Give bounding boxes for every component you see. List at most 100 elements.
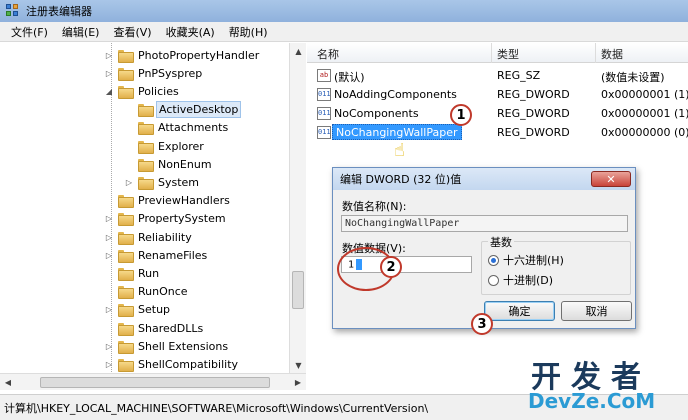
tree-expander-icon[interactable]: ▷: [124, 178, 134, 187]
folder-icon: [138, 158, 154, 172]
value-name-field[interactable]: NoChangingWallPaper: [341, 215, 628, 232]
tree-item[interactable]: ▷ System: [124, 173, 201, 191]
tree-expander-icon[interactable]: ▷: [104, 233, 114, 242]
title-bar: 注册表编辑器: [0, 0, 688, 22]
tree-item[interactable]: RunOnce: [104, 283, 190, 301]
tree-item[interactable]: ▷ Shell Extensions: [104, 337, 230, 355]
tree-item[interactable]: Explorer: [124, 137, 206, 155]
binary-value-icon: 011: [317, 126, 331, 139]
string-value-icon: ab: [317, 69, 331, 82]
tree-item[interactable]: Attachments: [124, 119, 230, 137]
menu-bar: 文件(F) 编辑(E) 查看(V) 收藏夹(A) 帮助(H): [0, 22, 688, 42]
value-type: REG_SZ: [497, 69, 541, 82]
tree-vertical-scrollbar[interactable]: ▲ ▼: [289, 43, 306, 373]
scroll-up-arrow-icon[interactable]: ▲: [290, 43, 307, 59]
tree-item[interactable]: ▷ Setup: [104, 301, 172, 319]
dialog-close-button[interactable]: ✕: [591, 171, 631, 187]
tree-expander-icon[interactable]: ▷: [104, 69, 114, 78]
value-data: 0x00000001 (1): [601, 88, 688, 101]
column-divider[interactable]: [595, 43, 596, 63]
value-row[interactable]: 011 NoComponents REG_DWORD 0x00000001 (1): [307, 104, 688, 123]
value-data: (数值未设置): [601, 71, 665, 84]
folder-icon: [138, 104, 154, 118]
tree-expander-icon[interactable]: ▷: [104, 251, 114, 260]
ok-button[interactable]: 确定: [484, 301, 555, 321]
scroll-down-arrow-icon[interactable]: ▼: [290, 357, 307, 373]
tree-item[interactable]: ▷ Reliability: [104, 228, 194, 246]
tree-item-label: Reliability: [138, 230, 192, 244]
folder-icon: [138, 122, 154, 136]
folder-icon: [118, 85, 134, 99]
value-data: 0x00000001 (1): [601, 107, 688, 120]
tree-item[interactable]: ▷ PhotoPropertyHandler: [104, 46, 261, 64]
tree-item-label: Attachments: [158, 121, 229, 135]
menu-help[interactable]: 帮助(H): [222, 24, 275, 40]
folder-icon: [118, 340, 134, 354]
value-name: NoAddingComponents: [334, 88, 457, 101]
value-row[interactable]: 011 NoChangingWallPaper REG_DWORD 0x0000000…: [307, 123, 688, 142]
column-divider[interactable]: [491, 43, 492, 63]
tree-item[interactable]: PreviewHandlers: [104, 192, 232, 210]
tree-item-label: Explorer: [158, 139, 204, 153]
hand-cursor-icon: ☝: [394, 140, 405, 161]
menu-edit[interactable]: 编辑(E): [55, 24, 107, 40]
folder-icon: [118, 304, 134, 318]
tree-item-label: PnPSysprep: [138, 66, 203, 80]
value-data: 0x00000000 (0): [601, 126, 688, 139]
tree-expander-icon[interactable]: ▷: [104, 51, 114, 60]
tree-item-label: PreviewHandlers: [138, 194, 230, 208]
menu-file[interactable]: 文件(F): [4, 24, 55, 40]
value-name: NoChangingWallPaper: [332, 124, 462, 140]
folder-icon: [118, 358, 134, 372]
tree-item-label: NonEnum: [158, 157, 212, 171]
step-callout-1: 1: [450, 104, 472, 126]
value-row[interactable]: 011 NoAddingComponents REG_DWORD 0x00000001…: [307, 85, 688, 104]
folder-icon: [118, 67, 134, 81]
folder-icon: [138, 176, 154, 190]
tree-item[interactable]: ▷ ShellCompatibility: [104, 355, 240, 373]
column-header-type[interactable]: 类型: [497, 46, 519, 62]
scroll-right-arrow-icon[interactable]: ▶: [290, 374, 306, 391]
tree-item[interactable]: ▷ PropertySystem: [104, 210, 228, 228]
menu-view[interactable]: 查看(V): [106, 24, 158, 40]
radix-label: 基数: [488, 234, 514, 250]
radio-unselected-icon: [488, 274, 499, 286]
menu-favorites[interactable]: 收藏夹(A): [159, 24, 222, 40]
tree-expander-icon[interactable]: ▷: [104, 214, 114, 223]
radix-group: 基数 十六进制(H) 十进制(D): [481, 234, 631, 295]
tree-item-label: RenameFiles: [138, 248, 208, 262]
dialog-title-bar: 编辑 DWORD (32 位)值: [333, 168, 635, 190]
tree-horizontal-scrollbar[interactable]: ◀ ▶: [0, 373, 306, 390]
scroll-thumb[interactable]: [40, 377, 270, 388]
tree-expander-icon[interactable]: ▷: [104, 342, 114, 351]
value-name: NoComponents: [334, 107, 419, 120]
folder-icon: [118, 286, 134, 300]
folder-icon: [118, 49, 134, 63]
tree-item[interactable]: ◢ Policies: [104, 82, 181, 100]
scroll-left-arrow-icon[interactable]: ◀: [0, 374, 16, 391]
column-header-name[interactable]: 名称: [317, 46, 339, 62]
radio-hexadecimal[interactable]: 十六进制(H): [488, 252, 564, 268]
tree-expander-icon[interactable]: ◢: [104, 87, 114, 96]
value-type: REG_DWORD: [497, 88, 570, 101]
tree-item-label: Setup: [138, 303, 171, 317]
tree-item[interactable]: ▷ PnPSysprep: [104, 64, 204, 82]
tree-expander-icon[interactable]: ▷: [104, 360, 114, 369]
folder-icon: [118, 249, 134, 263]
cancel-button[interactable]: 取消: [561, 301, 632, 321]
tree-item[interactable]: NonEnum: [124, 155, 214, 173]
column-header-data[interactable]: 数据: [601, 46, 623, 62]
tree-item[interactable]: ActiveDesktop: [124, 101, 242, 119]
radio-decimal[interactable]: 十进制(D): [488, 272, 553, 288]
tree-expander-icon[interactable]: ▷: [104, 305, 114, 314]
value-row[interactable]: ab (默认) REG_SZ (数值未设置): [307, 66, 688, 85]
folder-icon: [118, 322, 134, 336]
tree-item[interactable]: SharedDLLs: [104, 319, 205, 337]
key-tree-pane[interactable]: ▷ PhotoPropertyHandler ▷ PnPSysprep ◢ Policie…: [0, 43, 306, 376]
tree-item-label: ActiveDesktop: [156, 101, 242, 119]
tree-item-label: Shell Extensions: [138, 339, 229, 353]
value-name-label: 数值名称(N):: [342, 200, 407, 213]
tree-item[interactable]: Run: [104, 264, 161, 282]
scroll-thumb[interactable]: [292, 271, 304, 309]
tree-item[interactable]: ▷ RenameFiles: [104, 246, 209, 264]
